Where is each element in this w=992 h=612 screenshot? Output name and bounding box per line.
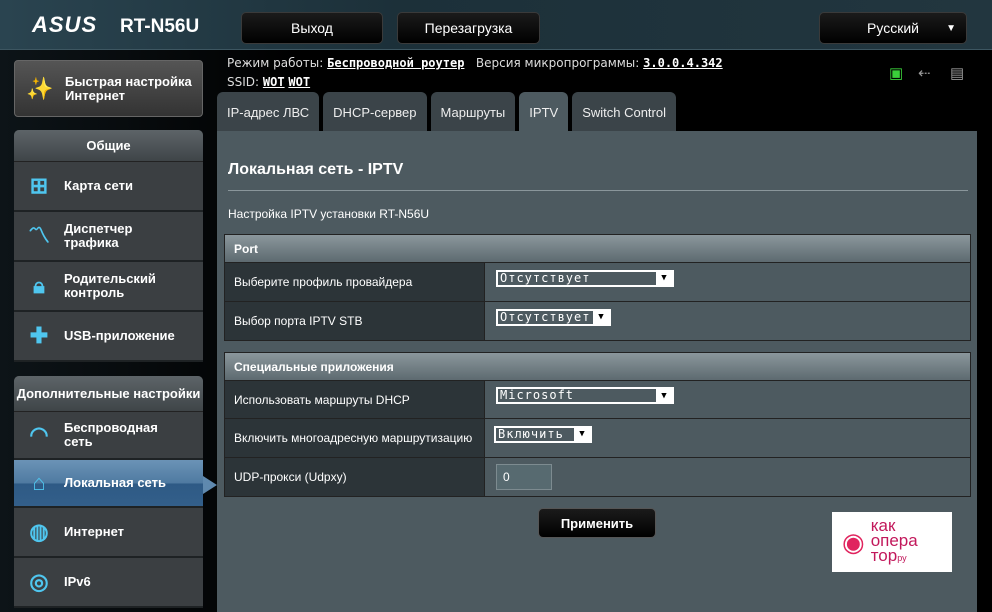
quick-setup-button[interactable]: ✨ Быстрая настройка Интернет [14, 60, 203, 117]
sidebar-item-label: IPv6 [64, 574, 91, 589]
language-value: Русский [867, 20, 919, 36]
row-label: UDP-прокси (Udpxy) [225, 458, 485, 496]
dhcp-routes-select[interactable]: Microsoft ▼ [496, 387, 674, 404]
firmware-link[interactable]: 3.0.0.4.342 [643, 56, 722, 70]
language-select[interactable]: Русский ▼ [819, 12, 967, 44]
row-label: Выберите профиль провайдера [225, 263, 485, 301]
firmware-label: Версия микропрограммы: [475, 56, 640, 70]
tab-iptv[interactable]: IPTV [519, 92, 569, 132]
table-row: Выберите профиль провайдера Отсутствует ▼ [225, 262, 970, 301]
chevron-down-icon: ▼ [946, 22, 956, 34]
network-status-icon[interactable]: ▣ [889, 64, 903, 82]
chevron-down-icon: ▼ [598, 312, 604, 322]
select-value: Включить [496, 427, 574, 441]
port-table: Port Выберите профиль провайдера Отсутств… [224, 234, 971, 341]
table-row: Выбор порта IPTV STB Отсутствует ▼ [225, 301, 970, 340]
model-name: RT-N56U [120, 16, 200, 37]
usb-icon[interactable]: ⇠ [918, 64, 931, 82]
row-label: Выбор порта IPTV STB [225, 302, 485, 340]
select-value: Microsoft [498, 389, 656, 402]
watermark-logo: ◉ как опера торру [832, 512, 952, 572]
row-label: Использовать маршруты DHCP [225, 381, 485, 418]
sidebar-item-label: Карта сети [64, 178, 133, 193]
mode-info: Режим работы: Беспроводной роутер Версия… [227, 56, 723, 70]
tab-switch-control[interactable]: Switch Control [572, 92, 676, 132]
sidebar-item-wireless[interactable]: ◠ Беспроводная сеть [14, 412, 203, 460]
table-row: Включить многоадресную маршрутизацию Вклю… [225, 418, 970, 457]
lock-icon: 🔒︎ [33, 273, 45, 298]
special-apps-title: Специальные приложения [225, 353, 970, 380]
sidebar-item-label: Беспроводная сеть [64, 420, 158, 449]
sidebar-item-parental[interactable]: 🔒︎ Родительский контроль [14, 262, 203, 312]
advanced-title: Дополнительные настройки [14, 376, 203, 412]
ssid-info: SSID: WOT WOT [227, 75, 310, 89]
ssid-link[interactable]: WOT [288, 75, 310, 89]
sidebar-item-lan[interactable]: ⌂ Локальная сеть [14, 460, 217, 508]
port-table-title: Port [225, 235, 970, 262]
table-row: Использовать маршруты DHCP Microsoft ▼ [225, 380, 970, 418]
home-icon: ⌂ [32, 470, 46, 495]
sidebar-item-ipv6[interactable]: ◎ IPv6 [14, 558, 203, 608]
top-bar: ASUS RT-N56U Выход Перезагрузка Русский ▼ [0, 0, 992, 50]
wifi-icon: ◠ [29, 422, 49, 447]
chevron-down-icon: ▼ [661, 273, 667, 283]
ipv6-icon: ◎ [29, 569, 49, 594]
page-subtitle: Настройка IPTV установки RT-N56U [228, 207, 430, 221]
ssid-label: SSID: [227, 75, 260, 89]
apply-button[interactable]: Применить [538, 508, 656, 538]
content-panel: Локальная сеть - IPTV Настройка IPTV уст… [217, 131, 977, 612]
sidebar-item-label: Родительский контроль [64, 271, 156, 300]
watermark-text: как опера торру [870, 516, 918, 565]
network-map-icon: ⊞ [29, 173, 49, 198]
quick-setup-label: Быстрая настройка Интернет [65, 73, 192, 103]
tab-lan-ip[interactable]: IP-адрес ЛВС [217, 92, 320, 132]
select-value: Отсутствует [498, 271, 656, 285]
traffic-icon: 〽 [27, 223, 50, 248]
select-value: Отсутствует [498, 310, 593, 324]
tab-routes[interactable]: Маршруты [430, 92, 516, 132]
row-label: Включить многоадресную маршрутизацию [225, 419, 485, 457]
globe-icon: ◍ [29, 519, 49, 544]
sidebar-item-network-map[interactable]: ⊞ Карта сети [14, 162, 203, 212]
table-row: UDP-прокси (Udpxy) 0 [225, 457, 970, 496]
mode-link[interactable]: Беспроводной роутер [327, 56, 464, 70]
page-title: Локальная сеть - IPTV [228, 161, 404, 178]
chevron-down-icon: ▼ [661, 390, 667, 401]
signal-icon: ◉ [842, 526, 865, 557]
iptv-stb-port-select[interactable]: Отсутствует ▼ [496, 308, 611, 326]
printer-icon[interactable]: ▤ [950, 64, 964, 82]
provider-profile-select[interactable]: Отсутствует ▼ [496, 269, 674, 287]
puzzle-icon: ✚ [29, 323, 49, 348]
general-group: Общие ⊞ Карта сети 〽 Диспетчер трафика 🔒︎ Р… [14, 130, 203, 362]
sidebar-item-label: USB-приложение [64, 328, 175, 343]
sidebar-item-label: Интернет [64, 524, 125, 539]
sidebar-item-label: Диспетчер трафика [64, 221, 133, 250]
tab-bar: IP-адрес ЛВС DHCP-сервер Маршруты IPTV S… [217, 92, 676, 132]
advanced-group: Дополнительные настройки ◠ Беспроводная с… [14, 376, 217, 608]
divider [228, 190, 968, 191]
asus-logo: ASUS [32, 12, 98, 37]
general-title: Общие [14, 130, 203, 162]
sidebar-item-usb[interactable]: ✚ USB-приложение [14, 312, 203, 362]
tab-dhcp[interactable]: DHCP-сервер [323, 92, 427, 132]
ssid-link[interactable]: WOT [263, 75, 285, 89]
special-apps-table: Специальные приложения Использовать марш… [224, 352, 971, 497]
logout-button[interactable]: Выход [241, 12, 383, 44]
chevron-down-icon: ▼ [579, 429, 585, 439]
multicast-routing-select[interactable]: Включить ▼ [494, 425, 592, 443]
sidebar-item-traffic[interactable]: 〽 Диспетчер трафика [14, 212, 203, 262]
sidebar-item-label: Локальная сеть [64, 475, 166, 490]
reboot-button[interactable]: Перезагрузка [397, 12, 540, 44]
mode-label: Режим работы: [227, 56, 324, 70]
magic-wand-icon: ✨ [26, 75, 54, 101]
udpxy-port-input[interactable]: 0 [496, 464, 552, 490]
sidebar-item-internet[interactable]: ◍ Интернет [14, 508, 203, 558]
